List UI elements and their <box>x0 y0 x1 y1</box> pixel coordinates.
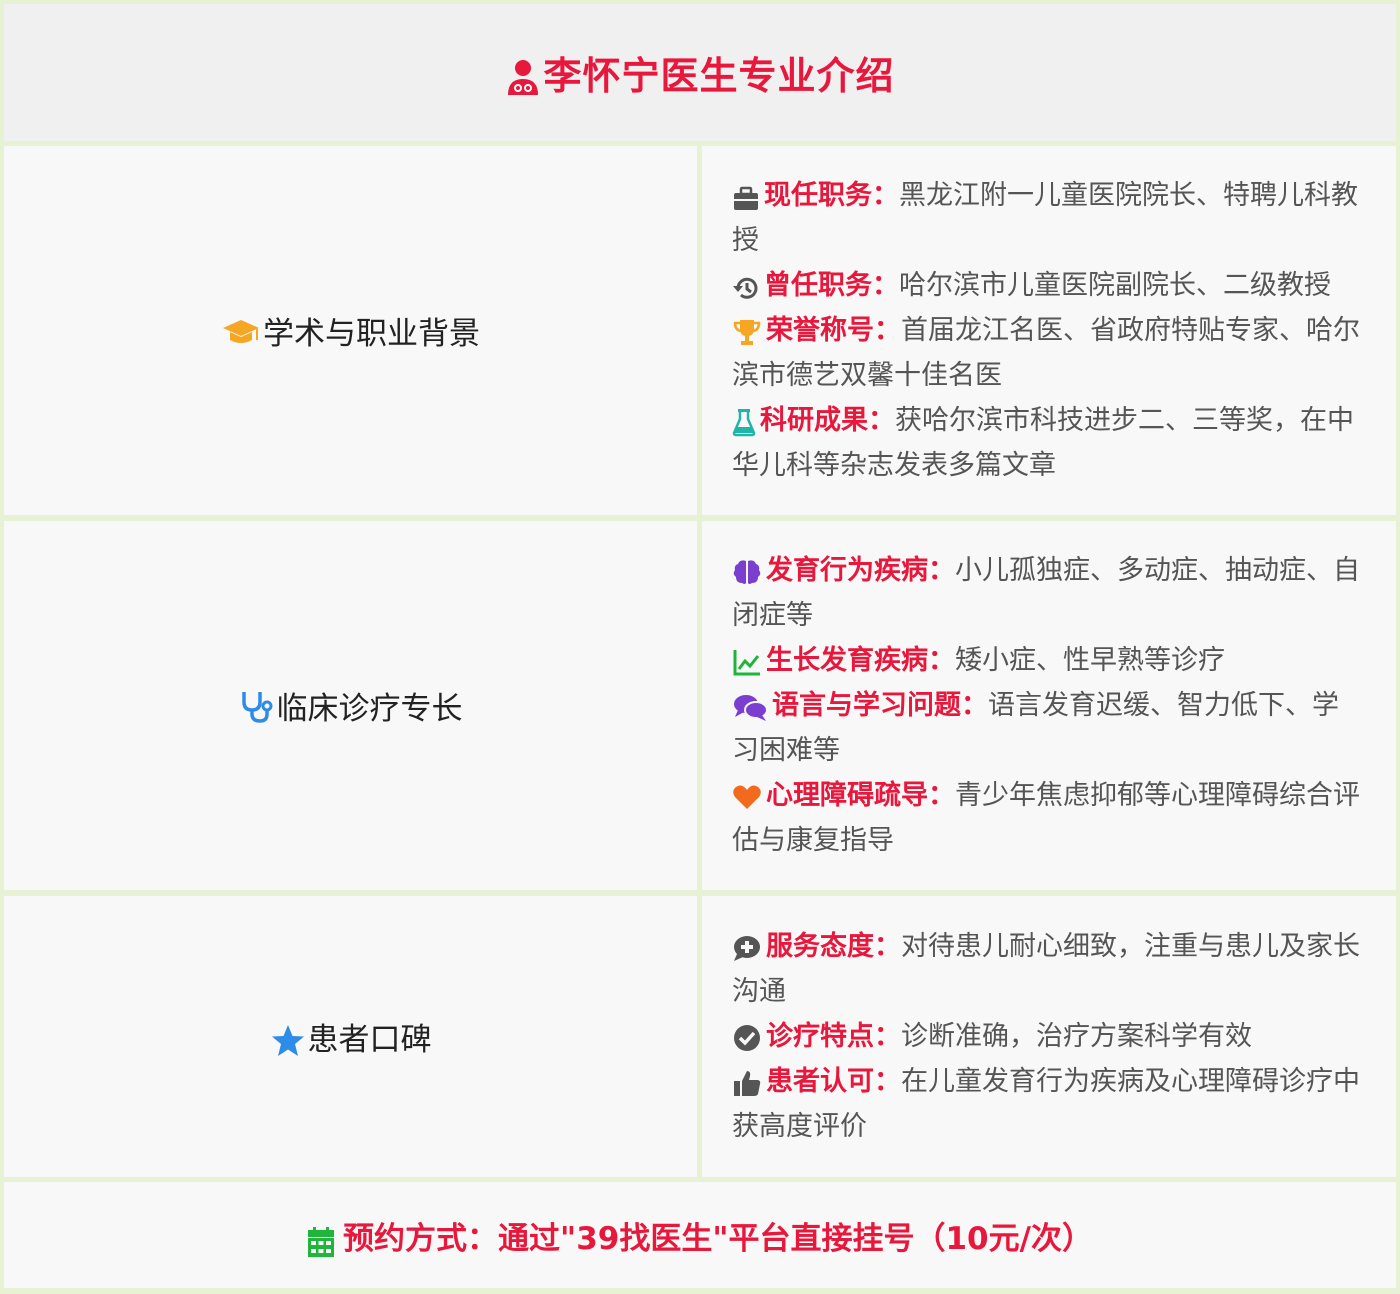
list-item: 患者认可：在儿童发育行为疾病及心理障碍诊疗中获高度评价 <box>732 1059 1360 1149</box>
item-label: 生长发育疾病： <box>766 645 955 676</box>
list-item: 发育行为疾病：小儿孤独症、多动症、抽动症、自闭症等 <box>732 548 1360 638</box>
brain-icon <box>733 560 761 584</box>
list-item: 荣誉称号：首届龙江名医、省政府特贴专家、哈尔滨市德艺双馨十佳名医 <box>732 308 1360 398</box>
list-item: 诊疗特点：诊断准确，治疗方案科学有效 <box>732 1014 1360 1059</box>
detail-cell-reputation: 服务态度：对待患儿耐心细致，注重与患儿及家长沟通 诊疗特点：诊断准确，治疗方案科… <box>702 896 1396 1177</box>
appointment-text: 预约方式：通过"39找医生"平台直接挂号（10元/次） <box>343 1220 1093 1257</box>
heart-icon <box>733 785 761 809</box>
page-title: 李怀宁医生专业介绍 <box>505 45 894 100</box>
item-label: 发育行为疾病： <box>766 555 955 586</box>
item-text: 矮小症、性早熟等诊疗 <box>955 645 1225 676</box>
item-text: 哈尔滨市儿童医院副院长、二级教授 <box>899 270 1331 301</box>
item-label: 服务态度： <box>766 931 901 962</box>
list-item: 生长发育疾病：矮小症、性早熟等诊疗 <box>732 638 1360 683</box>
stethoscope-icon <box>241 691 272 723</box>
table-header: 李怀宁医生专业介绍 <box>4 4 1396 141</box>
history-icon <box>733 277 758 299</box>
calendar-icon <box>308 1227 335 1257</box>
list-item: 曾任职务：哈尔滨市儿童医院副院长、二级教授 <box>732 263 1360 308</box>
chart-line-icon <box>733 650 760 676</box>
star-icon <box>271 1024 304 1056</box>
doctor-icon <box>508 59 539 95</box>
page-title-text: 李怀宁医生专业介绍 <box>543 54 895 98</box>
briefcase-icon <box>734 186 758 210</box>
category-label: 患者口碑 <box>307 1022 432 1058</box>
category-label: 学术与职业背景 <box>263 316 480 352</box>
category-cell-clinical: 临床诊疗专长 <box>4 521 697 890</box>
item-label: 患者认可： <box>766 1066 901 1097</box>
category-cell-reputation: 患者口碑 <box>4 896 697 1177</box>
list-item: 服务态度：对待患儿耐心细致，注重与患儿及家长沟通 <box>732 924 1360 1014</box>
item-label: 科研成果： <box>760 405 895 436</box>
list-item: 科研成果：获哈尔滨市科技进步二、三等奖，在中华儿科等杂志发表多篇文章 <box>732 398 1360 488</box>
thumbs-up-icon <box>734 1071 761 1096</box>
item-label: 曾任职务： <box>764 270 899 301</box>
item-text: 诊断准确，治疗方案科学有效 <box>901 1021 1252 1052</box>
item-label: 语言与学习问题： <box>772 690 988 721</box>
flask-icon <box>732 409 756 437</box>
graduation-cap-icon <box>223 319 259 343</box>
trophy-icon <box>733 320 761 345</box>
item-label: 诊疗特点： <box>766 1021 901 1052</box>
detail-cell-academic: 现任职务：黑龙江附一儿童医院院长、特聘儿科教授 曾任职务：哈尔滨市儿童医院副院长… <box>702 146 1396 515</box>
check-circle-icon <box>734 1025 760 1051</box>
comment-medical-icon <box>734 936 760 961</box>
item-label: 现任职务： <box>764 180 899 211</box>
item-label: 荣誉称号： <box>766 315 901 346</box>
intro-table: 李怀宁医生专业介绍 学术与职业背景 现任职务：黑龙江附一儿童医院院长、特聘儿科教… <box>0 0 1400 1294</box>
list-item: 语言与学习问题：语言发育迟缓、智力低下、学习困难等 <box>732 683 1360 773</box>
category-label: 临床诊疗专长 <box>276 691 463 727</box>
list-item: 现任职务：黑龙江附一儿童医院院长、特聘儿科教授 <box>732 173 1360 263</box>
comments-icon <box>734 695 768 721</box>
item-label: 心理障碍疏导： <box>766 780 955 811</box>
appointment-footer: 预约方式：通过"39找医生"平台直接挂号（10元/次） <box>4 1182 1396 1288</box>
detail-cell-clinical: 发育行为疾病：小儿孤独症、多动症、抽动症、自闭症等 生长发育疾病：矮小症、性早熟… <box>702 521 1396 890</box>
category-cell-academic: 学术与职业背景 <box>4 146 697 515</box>
list-item: 心理障碍疏导：青少年焦虑抑郁等心理障碍综合评估与康复指导 <box>732 773 1360 863</box>
